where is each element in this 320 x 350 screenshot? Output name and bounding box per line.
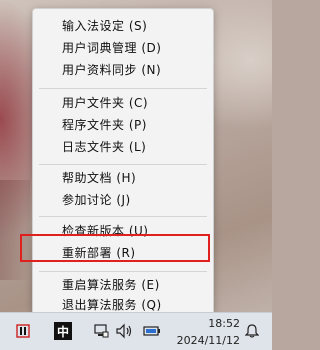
menu-item-help-docs[interactable]: 帮助文档 (H) <box>33 168 213 188</box>
menu-separator <box>39 216 207 217</box>
battery-icon[interactable] <box>142 322 162 340</box>
menu-item-join-discussion[interactable]: 参加讨论 (J) <box>33 190 213 210</box>
menu-item-user-folder[interactable]: 用户文件夹 (C) <box>33 93 213 113</box>
menu-item-restart-service[interactable]: 重启算法服务 (E) <box>33 275 213 295</box>
notification-bell-icon[interactable] <box>244 322 260 340</box>
system-clock[interactable]: 18:52 2024/11/12 <box>168 315 240 349</box>
app-grid-icon[interactable] <box>14 322 32 340</box>
ime-context-menu: 输入法设定 (S) 用户词典管理 (D) 用户资料同步 (N) 用户文件夹 (C… <box>32 8 214 316</box>
menu-item-user-dictionary[interactable]: 用户词典管理 (D) <box>33 38 213 58</box>
clock-time: 18:52 <box>208 317 240 330</box>
menu-item-user-data-sync[interactable]: 用户资料同步 (N) <box>33 60 213 80</box>
network-icon[interactable] <box>92 322 110 340</box>
wallpaper-detail <box>0 180 30 280</box>
menu-item-program-folder[interactable]: 程序文件夹 (P) <box>33 115 213 135</box>
ime-icon[interactable]: 中 <box>54 322 72 340</box>
menu-item-ime-settings[interactable]: 输入法设定 (S) <box>33 16 213 36</box>
highlight-box <box>20 234 210 262</box>
menu-separator <box>39 164 207 165</box>
volume-icon[interactable] <box>116 322 134 340</box>
taskbar: 中 18:52 2024/11/12 <box>0 312 272 350</box>
menu-item-log-folder[interactable]: 日志文件夹 (L) <box>33 137 213 157</box>
clock-date: 2024/11/12 <box>176 334 240 347</box>
menu-separator <box>39 271 207 272</box>
menu-separator <box>39 88 207 89</box>
